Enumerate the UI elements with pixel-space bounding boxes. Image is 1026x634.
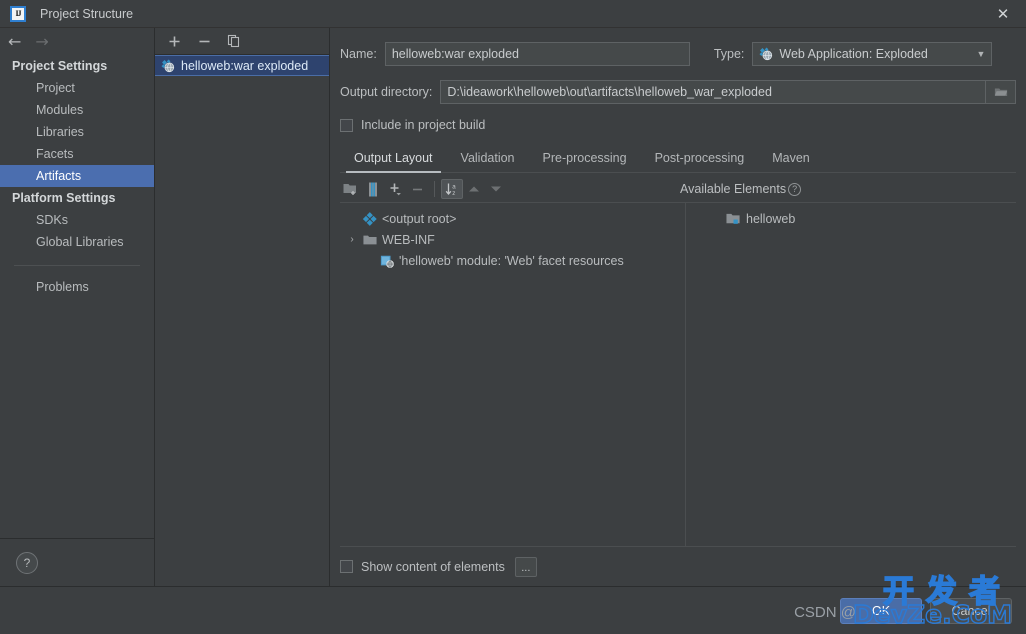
sidebar-divider	[14, 265, 140, 266]
output-layout-toolbar: a z Available Elements ?	[340, 176, 1016, 202]
add-artifact-button[interactable]	[165, 32, 183, 50]
output-directory-input[interactable]: D:\ideawork\helloweb\out\artifacts\hello…	[440, 80, 986, 104]
tree-row[interactable]: › WEB-INF	[340, 229, 685, 250]
tab-output-layout[interactable]: Output Layout	[340, 146, 447, 173]
artifact-list-item-label: helloweb:war exploded	[181, 58, 309, 73]
available-element-label: helloweb	[746, 211, 796, 226]
sidebar-item-problems[interactable]: Problems	[0, 276, 154, 298]
back-arrow-icon[interactable]: ←	[8, 33, 21, 50]
sidebar-item-sdks[interactable]: SDKs	[0, 209, 154, 231]
tree-row[interactable]: <output root>	[340, 208, 685, 229]
tree-row-label: WEB-INF	[382, 232, 435, 247]
window-title: Project Structure	[40, 6, 134, 21]
available-elements-help-icon[interactable]: ?	[788, 182, 802, 196]
copy-artifact-button[interactable]	[225, 32, 243, 50]
move-down-button[interactable]	[485, 179, 507, 199]
tab-validation[interactable]: Validation	[447, 146, 529, 172]
artifact-name-input[interactable]: helloweb:war exploded	[384, 42, 690, 66]
artifact-type-icon	[759, 47, 773, 61]
artifact-root-icon	[363, 211, 377, 226]
chevron-right-icon[interactable]: ›	[346, 234, 358, 245]
sidebar-item-project[interactable]: Project	[0, 77, 154, 99]
sidebar-item-modules[interactable]: Modules	[0, 99, 154, 121]
available-elements-header: Available Elements ?	[680, 182, 802, 196]
artifact-list-item[interactable]: helloweb:war exploded	[155, 55, 329, 76]
include-in-build-checkbox[interactable]	[340, 118, 353, 132]
module-icon	[726, 212, 741, 225]
artifact-list-toolbar	[155, 28, 329, 55]
sidebar-nav: ← →	[0, 28, 154, 55]
logo-text: IJ	[15, 8, 21, 18]
browse-folder-button[interactable]	[986, 80, 1016, 104]
intellij-logo-icon: IJ	[10, 5, 26, 22]
dialog-body: ← → Project Settings Project Modules Lib…	[0, 28, 1026, 586]
sidebar-group-platform-settings: Platform Settings	[12, 191, 116, 205]
facet-resources-icon	[380, 254, 394, 268]
project-structure-dialog: IJ Project Structure ✕ ← → Project Setti…	[0, 0, 1026, 634]
remove-artifact-button[interactable]	[195, 32, 213, 50]
move-up-button[interactable]	[463, 179, 485, 199]
layout-panes: <output root> › WEB-INF 'helloweb' modul…	[340, 202, 1016, 546]
artifact-detail-panel: Name: helloweb:war exploded Type: Web Ap…	[330, 28, 1026, 586]
svg-text:z: z	[452, 190, 455, 197]
folder-icon	[363, 234, 377, 246]
show-content-row: Show content of elements	[340, 560, 505, 574]
name-type-row: Name: helloweb:war exploded Type: Web Ap…	[340, 42, 1016, 66]
show-content-checkbox[interactable]	[340, 560, 353, 573]
name-label: Name:	[340, 47, 377, 61]
sidebar-item-libraries[interactable]: Libraries	[0, 121, 154, 143]
output-layout-tree: <output root> › WEB-INF 'helloweb' modul…	[340, 203, 686, 546]
close-icon[interactable]: ✕	[980, 0, 1026, 28]
include-in-build-row: Include in project build	[340, 118, 1016, 132]
artifact-type-value: Web Application: Exploded	[779, 47, 928, 61]
output-directory-row: Output directory: D:\ideawork\helloweb\o…	[340, 80, 1016, 104]
settings-sidebar: ← → Project Settings Project Modules Lib…	[0, 28, 155, 586]
include-in-build-label[interactable]: Include in project build	[361, 118, 485, 132]
type-label: Type:	[713, 47, 745, 61]
show-content-label[interactable]: Show content of elements	[361, 560, 505, 574]
ok-button[interactable]: OK	[840, 597, 922, 624]
tab-maven[interactable]: Maven	[758, 146, 824, 172]
tab-pre-processing[interactable]: Pre-processing	[529, 146, 641, 172]
sidebar-footer: ?	[0, 538, 154, 586]
available-element-item[interactable]: helloweb	[686, 208, 1016, 229]
tree-row-label: <output root>	[382, 211, 457, 226]
cancel-button[interactable]: Cancel	[930, 597, 1012, 624]
create-archive-button[interactable]	[362, 179, 384, 199]
sort-elements-button[interactable]: a z	[441, 179, 463, 199]
available-elements-list: helloweb	[686, 203, 1016, 546]
add-copy-button[interactable]	[384, 179, 406, 199]
sidebar-item-facets[interactable]: Facets	[0, 143, 154, 165]
artifact-type-combo[interactable]: Web Application: Exploded ▼	[752, 42, 993, 66]
tab-post-processing[interactable]: Post-processing	[641, 146, 759, 172]
artifact-list: helloweb:war exploded	[155, 55, 329, 586]
available-elements-label: Available Elements	[680, 182, 787, 196]
output-directory-label: Output directory:	[340, 85, 433, 99]
tree-row[interactable]: 'helloweb' module: 'Web' facet resources	[340, 250, 685, 271]
output-directory-value: D:\ideawork\helloweb\out\artifacts\hello…	[447, 85, 772, 99]
artifact-name-value: helloweb:war exploded	[391, 47, 519, 61]
sidebar-item-artifacts[interactable]: Artifacts	[0, 165, 154, 187]
dialog-footer: OK Cancel	[0, 586, 1026, 634]
forward-arrow-icon[interactable]: →	[35, 33, 48, 50]
more-options-button[interactable]: ...	[514, 556, 537, 577]
help-icon[interactable]: ?	[16, 551, 38, 574]
title-bar: IJ Project Structure ✕	[0, 0, 1026, 28]
chevron-down-icon: ▼	[976, 49, 986, 59]
sidebar-item-global-libraries[interactable]: Global Libraries	[0, 231, 154, 253]
create-directory-button[interactable]	[340, 179, 362, 199]
sidebar-group-project-settings: Project Settings	[12, 59, 108, 73]
artifact-list-panel: helloweb:war exploded	[155, 28, 330, 586]
toolbar-divider	[434, 181, 435, 197]
detail-footer: Show content of elements ...	[340, 546, 1016, 586]
tree-row-label: 'helloweb' module: 'Web' facet resources	[399, 253, 624, 268]
detail-tabs: Output Layout Validation Pre-processing …	[340, 146, 1016, 173]
remove-element-button[interactable]	[406, 179, 428, 199]
artifact-web-icon	[161, 59, 175, 73]
